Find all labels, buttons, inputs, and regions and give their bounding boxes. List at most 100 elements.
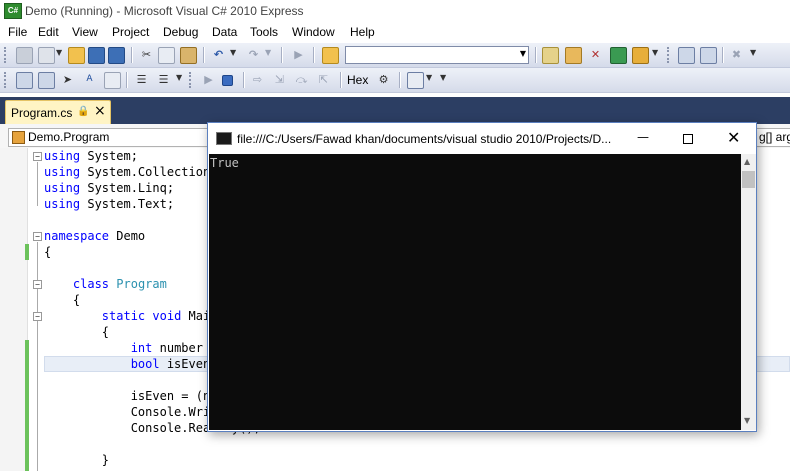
- toolbar-separator: [313, 47, 315, 63]
- properties-icon[interactable]: [565, 47, 582, 64]
- close-icon[interactable]: ×: [94, 103, 106, 119]
- redo-icon[interactable]: ↷: [246, 47, 261, 62]
- save-all-icon[interactable]: [108, 47, 125, 64]
- toolbar-options-dropdown-icon[interactable]: ▼: [652, 48, 658, 57]
- immediate-window-icon[interactable]: [700, 47, 717, 64]
- code-line: {: [44, 293, 81, 307]
- scroll-thumb[interactable]: [742, 171, 755, 188]
- chevron-down-icon[interactable]: ▼: [520, 49, 526, 58]
- document-tab-strip: [0, 97, 790, 124]
- scroll-down-icon[interactable]: ▼: [744, 416, 750, 425]
- step-out-icon[interactable]: ⇱: [316, 72, 331, 87]
- show-next-statement-icon[interactable]: ⇨: [250, 72, 265, 87]
- console-icon: [216, 132, 232, 145]
- database-explorer-icon[interactable]: [610, 47, 627, 64]
- step-over-icon[interactable]: ⤼: [294, 72, 309, 87]
- menu-view[interactable]: View: [72, 25, 98, 39]
- pointer-icon[interactable]: ➤: [60, 72, 75, 87]
- copy-icon[interactable]: [158, 47, 175, 64]
- members-dropdown[interactable]: g[] arg: [755, 128, 790, 147]
- collapse-icon[interactable]: −: [33, 152, 42, 161]
- close-icon[interactable]: ✕: [727, 128, 740, 147]
- code-line: using System;: [44, 149, 138, 163]
- comment-out-icon[interactable]: ☰: [134, 72, 149, 87]
- toolbar-separator: [340, 72, 342, 88]
- cut-icon[interactable]: ✂: [139, 47, 154, 62]
- font-icon[interactable]: A: [82, 72, 97, 87]
- find-combo[interactable]: ▼: [345, 46, 529, 64]
- menu-window[interactable]: Window: [292, 25, 335, 39]
- toolbar-grip[interactable]: [4, 47, 9, 63]
- title-bar: C# Demo (Running) - Microsoft Visual C# …: [0, 0, 790, 22]
- undo-icon[interactable]: ↶: [211, 47, 226, 62]
- windows-dropdown-icon[interactable]: ▼: [426, 73, 432, 82]
- code-line: {: [44, 325, 110, 339]
- visual-csharp-icon[interactable]: C#: [4, 3, 22, 19]
- toolbar-grip[interactable]: [189, 72, 194, 88]
- toolbar-grip[interactable]: [667, 47, 672, 63]
- code-line: using System.Collection: [44, 165, 211, 179]
- scroll-up-icon[interactable]: ▲: [744, 157, 750, 166]
- start-page-icon[interactable]: [632, 47, 649, 64]
- maximize-icon[interactable]: [683, 134, 693, 144]
- console-title-bar[interactable]: file:///C:/Users/Fawad khan/documents/vi…: [208, 123, 756, 154]
- delete-icon[interactable]: ✖: [729, 47, 744, 62]
- minimize-icon[interactable]: —: [633, 130, 653, 146]
- toolbar-separator: [535, 47, 537, 63]
- add-item-icon[interactable]: [38, 47, 55, 64]
- menu-data[interactable]: Data: [212, 25, 237, 39]
- toolbar-separator: [722, 47, 724, 63]
- list-members-icon[interactable]: [104, 72, 121, 89]
- toolbar-separator: [243, 72, 245, 88]
- breakpoints-icon[interactable]: ⚙: [376, 72, 391, 87]
- save-icon[interactable]: [88, 47, 105, 64]
- breakpoints-window-icon[interactable]: [678, 47, 695, 64]
- code-line: int number =: [130, 341, 218, 355]
- toolbar-options-dropdown-icon[interactable]: ▼: [750, 48, 756, 57]
- continue-icon[interactable]: ▶: [201, 72, 216, 87]
- menu-edit[interactable]: Edit: [38, 25, 59, 39]
- vertical-scrollbar[interactable]: ▲ ▼: [741, 154, 756, 430]
- outline-line: [37, 162, 38, 206]
- find-in-files-icon[interactable]: [322, 47, 339, 64]
- code-line: isEven = (nu: [44, 389, 218, 403]
- toolbar-options-dropdown-icon[interactable]: ▼: [176, 73, 182, 82]
- add-item-dropdown-icon[interactable]: ▼: [56, 48, 62, 57]
- windows-icon[interactable]: [407, 72, 424, 89]
- code-line: using System.Text;: [44, 197, 175, 211]
- stop-icon[interactable]: [222, 75, 233, 86]
- object-browser-icon[interactable]: [38, 72, 55, 89]
- types-dropdown[interactable]: Demo.Program: [8, 128, 210, 147]
- menu-help[interactable]: Help: [350, 25, 375, 39]
- menu-debug[interactable]: Debug: [163, 25, 198, 39]
- step-into-icon[interactable]: ⇲: [272, 72, 287, 87]
- console-window[interactable]: file:///C:/Users/Fawad khan/documents/vi…: [207, 122, 757, 432]
- class-view-icon[interactable]: [16, 72, 33, 89]
- toolbar-separator: [126, 72, 128, 88]
- uncomment-icon[interactable]: ☰: [156, 72, 171, 87]
- class-icon: [12, 131, 25, 144]
- tab-program-cs[interactable]: Program.cs 🔒 ×: [5, 100, 111, 125]
- code-line: bool isEven: [130, 357, 211, 371]
- collapse-icon[interactable]: −: [33, 232, 42, 241]
- start-debugging-icon[interactable]: ▶: [291, 47, 306, 62]
- toolbar-grip[interactable]: [4, 72, 9, 88]
- toolbar-separator: [399, 72, 401, 88]
- collapse-icon[interactable]: −: [33, 280, 42, 289]
- new-project-icon[interactable]: [16, 47, 33, 64]
- collapse-icon[interactable]: −: [33, 312, 42, 321]
- console-output-text: True: [210, 156, 239, 170]
- hexadecimal-display-button[interactable]: Hex: [347, 73, 368, 87]
- solution-explorer-icon[interactable]: [542, 47, 559, 64]
- redo-dropdown-icon[interactable]: ▼: [265, 48, 271, 57]
- code-line: {: [44, 245, 52, 259]
- toolbox-icon[interactable]: ✕: [588, 47, 603, 62]
- menu-tools[interactable]: Tools: [250, 25, 278, 39]
- paste-icon[interactable]: [180, 47, 197, 64]
- open-file-icon[interactable]: [68, 47, 85, 64]
- undo-dropdown-icon[interactable]: ▼: [230, 48, 236, 57]
- console-output-area[interactable]: True: [209, 154, 741, 430]
- toolbar-options-dropdown-icon[interactable]: ▼: [440, 73, 446, 82]
- menu-file[interactable]: File: [8, 25, 27, 39]
- menu-project[interactable]: Project: [112, 25, 149, 39]
